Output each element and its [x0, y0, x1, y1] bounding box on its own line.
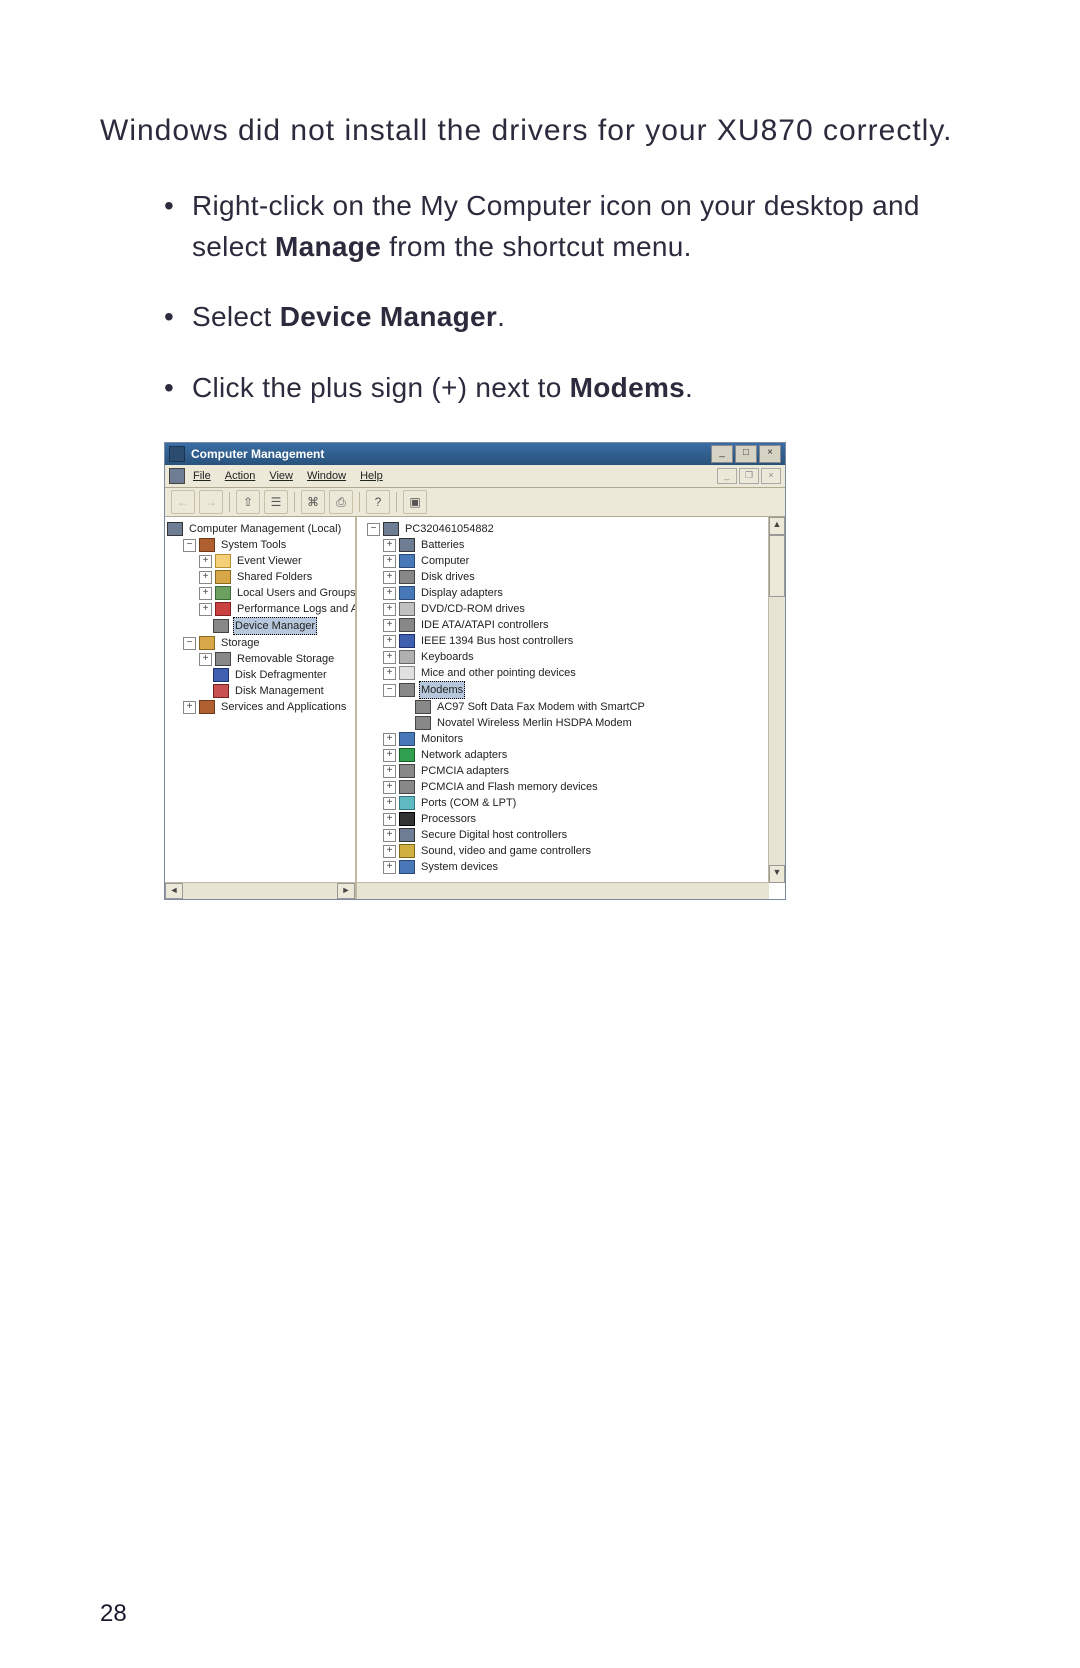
dev-computer[interactable]: +Computer: [367, 553, 783, 569]
up-button[interactable]: ⇧: [236, 490, 260, 514]
dev-modem-novatel[interactable]: Novatel Wireless Merlin HSDPA Modem: [367, 715, 783, 731]
dev-sound[interactable]: +Sound, video and game controllers: [367, 843, 783, 859]
dev-batteries[interactable]: +Batteries: [367, 537, 783, 553]
menu-action[interactable]: Action: [225, 470, 256, 482]
mdi-icon: [169, 468, 185, 484]
tree-disk-mgmt[interactable]: Disk Management: [167, 683, 353, 699]
maximize-button[interactable]: □: [735, 445, 757, 463]
scroll-thumb[interactable]: [769, 535, 785, 597]
left-pane: Computer Management (Local) −System Tool…: [165, 517, 357, 899]
toolbar-separator: [294, 492, 295, 512]
dev-dvd[interactable]: +DVD/CD-ROM drives: [367, 601, 783, 617]
right-h-scrollbar[interactable]: [357, 882, 769, 899]
right-pane: −PC320461054882 +Batteries +Computer +Di…: [357, 517, 785, 899]
dev-keyboards[interactable]: +Keyboards: [367, 649, 783, 665]
dev-modem-ac97[interactable]: AC97 Soft Data Fax Modem with SmartCP: [367, 699, 783, 715]
tree-services[interactable]: +Services and Applications: [167, 699, 353, 715]
section-heading: Windows did not install the drivers for …: [100, 110, 980, 152]
scroll-track[interactable]: [183, 883, 337, 899]
back-button[interactable]: ←: [171, 490, 195, 514]
tree-device-manager[interactable]: Device Manager: [167, 617, 353, 635]
list-button[interactable]: ☰: [264, 490, 288, 514]
menu-help[interactable]: Help: [360, 470, 383, 482]
right-v-scrollbar[interactable]: ▲ ▼: [768, 517, 785, 883]
dev-pcmcia-flash[interactable]: +PCMCIA and Flash memory devices: [367, 779, 783, 795]
left-h-scrollbar[interactable]: ◄ ►: [165, 882, 355, 899]
tree-shared-folders[interactable]: +Shared Folders: [167, 569, 353, 585]
show-hidden-button[interactable]: ▣: [403, 490, 427, 514]
page-number: 28: [100, 1600, 127, 1628]
dev-mice[interactable]: +Mice and other pointing devices: [367, 665, 783, 681]
menubar: File Action View Window Help _ ❐ ×: [165, 465, 785, 488]
tree-removable[interactable]: +Removable Storage: [167, 651, 353, 667]
tree-local-users[interactable]: +Local Users and Groups: [167, 585, 353, 601]
dev-ide[interactable]: +IDE ATA/ATAPI controllers: [367, 617, 783, 633]
scroll-track[interactable]: [357, 883, 769, 899]
dev-pcmcia[interactable]: +PCMCIA adapters: [367, 763, 783, 779]
scroll-up-button[interactable]: ▲: [769, 517, 785, 535]
scroll-left-button[interactable]: ◄: [165, 883, 183, 899]
properties-button[interactable]: ⌘: [301, 490, 325, 514]
doc-restore-button[interactable]: ❐: [739, 468, 759, 484]
instruction-list: Right-click on the My Computer icon on y…: [164, 186, 980, 408]
toolbar: ← → ⇧ ☰ ⌘ ⎙ ? ▣: [165, 488, 785, 517]
instruction-item-3: Click the plus sign (+) next to Modems.: [164, 368, 980, 409]
dev-network[interactable]: +Network adapters: [367, 747, 783, 763]
scroll-down-button[interactable]: ▼: [769, 865, 785, 883]
tree-defrag[interactable]: Disk Defragmenter: [167, 667, 353, 683]
close-button[interactable]: ×: [759, 445, 781, 463]
tree-perf-logs[interactable]: +Performance Logs and Alerts: [167, 601, 353, 617]
toolbar-separator: [359, 492, 360, 512]
dev-system[interactable]: +System devices: [367, 859, 783, 875]
titlebar[interactable]: Computer Management _ □ ×: [165, 443, 785, 465]
tree-event-viewer[interactable]: +Event Viewer: [167, 553, 353, 569]
dev-sd[interactable]: +Secure Digital host controllers: [367, 827, 783, 843]
dev-modems[interactable]: −Modems: [367, 681, 783, 699]
toolbar-separator: [229, 492, 230, 512]
scroll-right-button[interactable]: ►: [337, 883, 355, 899]
instruction-item-1: Right-click on the My Computer icon on y…: [164, 186, 980, 267]
scroll-track[interactable]: [769, 597, 785, 865]
app-icon: [169, 446, 185, 462]
tree-root[interactable]: Computer Management (Local): [167, 521, 353, 537]
help-button[interactable]: ?: [366, 490, 390, 514]
doc-minimize-button[interactable]: _: [717, 468, 737, 484]
print-button[interactable]: ⎙: [329, 490, 353, 514]
screenshot-computer-management: Computer Management _ □ × File Action Vi…: [164, 442, 786, 900]
dev-processors[interactable]: +Processors: [367, 811, 783, 827]
dev-disk-drives[interactable]: +Disk drives: [367, 569, 783, 585]
dev-monitors[interactable]: +Monitors: [367, 731, 783, 747]
menu-file[interactable]: File: [193, 470, 211, 482]
menu-window[interactable]: Window: [307, 470, 346, 482]
dev-root[interactable]: −PC320461054882: [367, 521, 783, 537]
tree-system-tools[interactable]: −System Tools: [167, 537, 353, 553]
instruction-item-2: Select Device Manager.: [164, 297, 980, 338]
dev-display[interactable]: +Display adapters: [367, 585, 783, 601]
doc-close-button[interactable]: ×: [761, 468, 781, 484]
menu-view[interactable]: View: [269, 470, 293, 482]
minimize-button[interactable]: _: [711, 445, 733, 463]
toolbar-separator: [396, 492, 397, 512]
forward-button[interactable]: →: [199, 490, 223, 514]
dev-ports[interactable]: +Ports (COM & LPT): [367, 795, 783, 811]
dev-ieee[interactable]: +IEEE 1394 Bus host controllers: [367, 633, 783, 649]
window-title: Computer Management: [191, 447, 711, 461]
tree-storage[interactable]: −Storage: [167, 635, 353, 651]
